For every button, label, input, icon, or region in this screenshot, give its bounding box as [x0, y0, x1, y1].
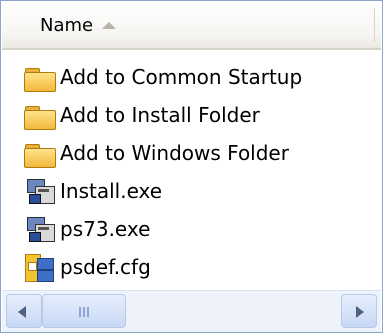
- list-item[interactable]: Add to Windows Folder: [23, 137, 289, 169]
- file-name: ps73.exe: [60, 217, 151, 241]
- exe-icon: [23, 214, 57, 244]
- list-item[interactable]: Install.exe: [23, 175, 162, 207]
- grip-icon: [79, 307, 91, 317]
- column-header-label: Name: [40, 15, 94, 36]
- scroll-left-button[interactable]: [6, 294, 42, 328]
- folder-icon: [23, 138, 57, 168]
- column-divider[interactable]: [374, 8, 375, 42]
- sort-ascending-icon: [102, 22, 116, 29]
- folder-icon: [23, 100, 57, 130]
- list-item[interactable]: ps73.exe: [23, 213, 150, 245]
- scroll-left-icon: [18, 306, 26, 318]
- file-name: Install.exe: [60, 179, 163, 203]
- column-header-name[interactable]: Name: [2, 2, 381, 50]
- horizontal-scrollbar[interactable]: [2, 290, 381, 332]
- scroll-right-button[interactable]: [341, 294, 377, 328]
- list-item[interactable]: psdef.cfg: [23, 251, 151, 283]
- list-item[interactable]: Add to Common Startup: [23, 61, 302, 93]
- file-name: psdef.cfg: [60, 255, 151, 279]
- file-name: Add to Common Startup: [60, 65, 303, 89]
- scroll-right-icon: [356, 306, 364, 318]
- file-name: Add to Windows Folder: [60, 141, 289, 165]
- list-item[interactable]: Add to Install Folder: [23, 99, 260, 131]
- file-list-panel: Name Add to Common Startup Add to Instal…: [0, 0, 383, 333]
- exe-icon: [23, 176, 57, 206]
- folder-icon: [23, 62, 57, 92]
- file-name: Add to Install Folder: [60, 103, 260, 127]
- config-file-icon: [23, 252, 57, 282]
- scrollbar-thumb[interactable]: [42, 294, 126, 328]
